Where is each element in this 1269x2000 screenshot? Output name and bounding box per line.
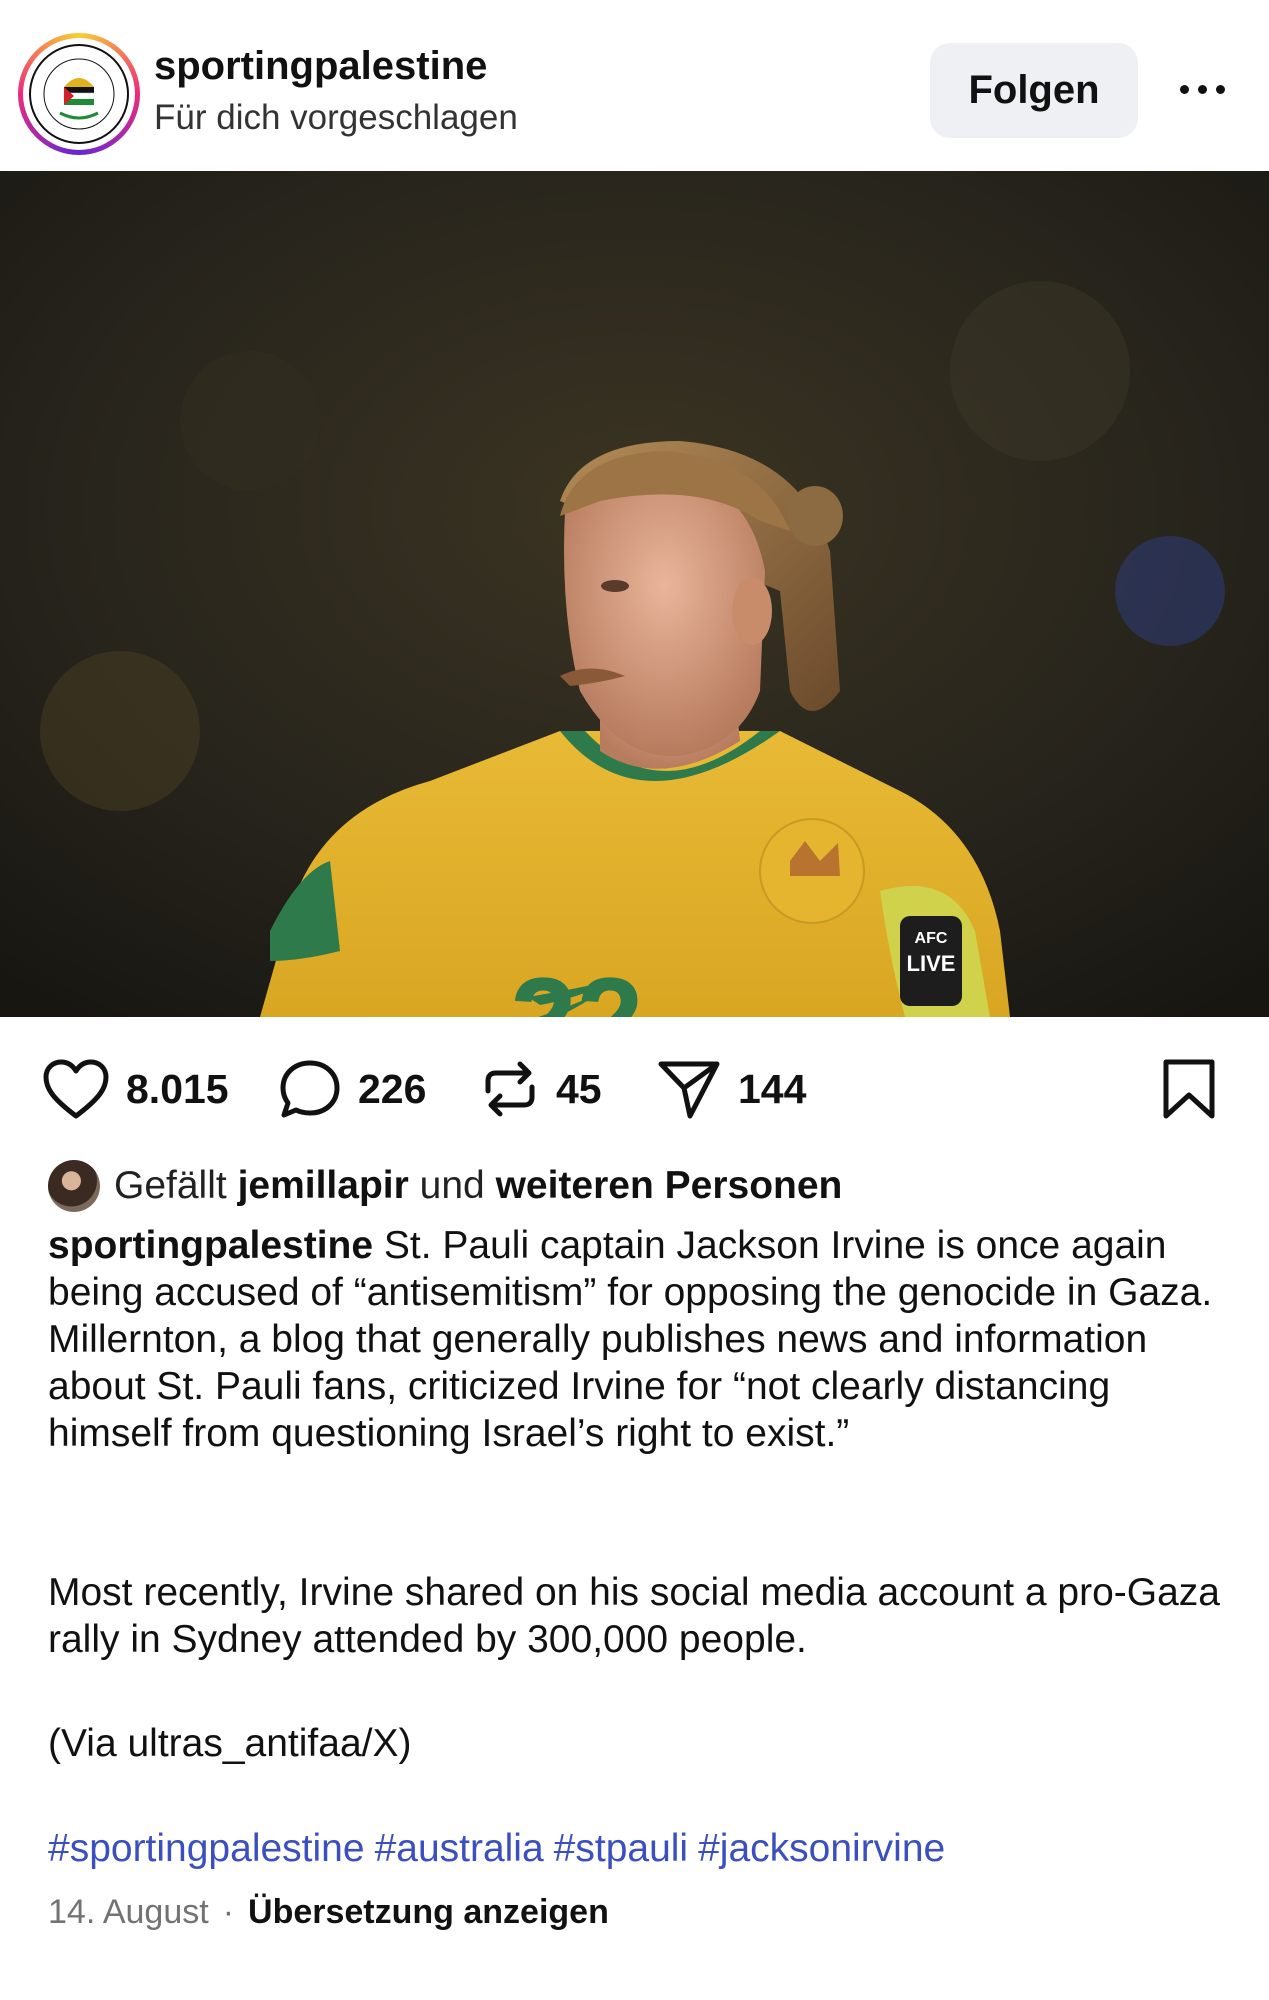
follow-button[interactable]: Folgen: [930, 43, 1138, 138]
heart-icon[interactable]: [42, 1058, 110, 1120]
action-bar: 8.015 226 45 144: [0, 1017, 1269, 1157]
share-action[interactable]: 144: [656, 1057, 806, 1121]
likes-count[interactable]: 8.015: [126, 1066, 229, 1113]
liked-by-prefix: Gefällt: [114, 1164, 227, 1207]
post-date: 14. August: [48, 1893, 209, 1931]
post-header: sportingpalestine Für dich vorgeschlagen…: [0, 0, 1269, 171]
liker-username[interactable]: jemillapir: [238, 1164, 409, 1208]
username[interactable]: sportingpalestine: [154, 44, 487, 89]
post-image[interactable]: 22 AFC LIVE: [0, 171, 1269, 1017]
liked-by-middle: und: [419, 1164, 485, 1207]
comment-icon[interactable]: [278, 1058, 342, 1120]
repost-icon[interactable]: [480, 1057, 540, 1121]
save-action[interactable]: [1160, 1057, 1218, 1121]
dot: [1215, 84, 1225, 94]
hashtag-link[interactable]: #stpauli: [554, 1827, 688, 1870]
hashtags: #sportingpalestine #australia #stpauli #jac…: [48, 1825, 955, 1872]
caption: sportingpalestine St. Pauli captain Jack…: [48, 1222, 1228, 1457]
comment-action[interactable]: 226: [278, 1057, 426, 1121]
hashtag-link[interactable]: #sportingpalestine: [48, 1827, 365, 1870]
player-photo: 22 AFC LIVE: [0, 171, 1269, 1017]
liker-avatar[interactable]: [48, 1160, 100, 1212]
others-link[interactable]: weiteren Personen: [496, 1164, 843, 1208]
repost-action[interactable]: 45: [480, 1057, 602, 1121]
post-meta: 14. August · Übersetzung anzeigen: [48, 1893, 609, 1932]
reposts-count[interactable]: 45: [556, 1066, 602, 1113]
comments-count[interactable]: 226: [358, 1066, 426, 1113]
bookmark-icon[interactable]: [1160, 1057, 1218, 1121]
jersey-number: 22: [510, 953, 643, 1017]
translate-link[interactable]: Übersetzung anzeigen: [248, 1893, 609, 1932]
more-options-icon[interactable]: [1172, 74, 1232, 104]
dot: [1197, 84, 1207, 94]
shares-count[interactable]: 144: [738, 1066, 806, 1113]
hashtag-link[interactable]: #australia: [375, 1827, 544, 1870]
liked-by-line[interactable]: Gefällt jemillapir und weiteren Personen: [48, 1160, 842, 1212]
avatar[interactable]: [18, 33, 140, 155]
caption-paragraph-2: Most recently, Irvine shared on his soci…: [48, 1571, 1220, 1661]
sporting-palestine-logo: [29, 44, 129, 144]
armband-label-live: LIVE: [907, 951, 956, 976]
suggested-label: Für dich vorgeschlagen: [154, 98, 518, 137]
caption-author[interactable]: sportingpalestine: [48, 1224, 373, 1267]
dot: [1179, 84, 1189, 94]
avatar-background: [23, 38, 135, 150]
hashtag-link[interactable]: #jacksonirvine: [698, 1827, 945, 1870]
caption-paragraph-3: (Via ultras_antifaa/X): [48, 1722, 412, 1765]
send-icon[interactable]: [656, 1058, 722, 1120]
meta-separator: ·: [222, 1893, 235, 1931]
like-action[interactable]: 8.015: [42, 1057, 229, 1121]
armband-label: AFC: [915, 930, 948, 947]
